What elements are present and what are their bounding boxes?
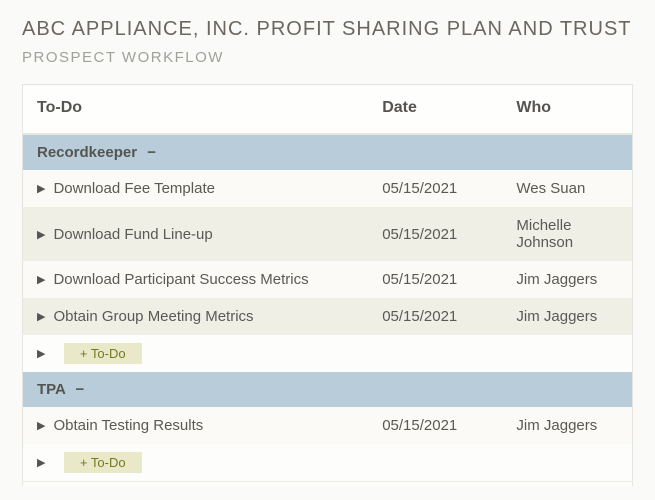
todo-date: 05/15/2021 xyxy=(370,298,504,335)
add-todo-button[interactable]: + To-Do xyxy=(64,452,142,473)
expand-icon: ▶ xyxy=(37,419,45,432)
col-header-date: Date xyxy=(370,85,504,135)
todo-who: Wes Suan xyxy=(504,170,632,207)
todo-who: Michelle Johnson xyxy=(504,207,632,261)
section-header-recordkeeper[interactable]: Recordkeeper − xyxy=(23,134,633,170)
subtitle: PROSPECT WORKFLOW xyxy=(22,49,633,66)
todo-who: Jim Jaggers xyxy=(504,407,632,444)
page-title: ABC APPLIANCE, INC. PROFIT SHARING PLAN … xyxy=(22,18,633,41)
todo-label: Obtain Group Meeting Metrics xyxy=(53,308,253,325)
section-header-tpa[interactable]: TPA − xyxy=(23,372,633,407)
todo-date: 05/15/2021 xyxy=(370,207,504,261)
todo-date: 05/15/2021 xyxy=(370,261,504,298)
expand-icon: ▶ xyxy=(37,347,45,360)
workflow-table: To-Do Date Who Recordkeeper − ▶ Download … xyxy=(22,84,633,486)
expand-icon: ▶ xyxy=(37,182,45,195)
todo-who: Jim Jaggers xyxy=(504,298,632,335)
table-row[interactable]: ▶ Obtain Testing Results 05/15/2021 Jim J… xyxy=(23,407,633,444)
todo-label: Download Fund Line-up xyxy=(53,226,212,243)
expand-icon: ▶ xyxy=(37,456,45,469)
todo-label: Download Participant Success Metrics xyxy=(53,271,308,288)
section-name: TPA xyxy=(37,381,65,398)
collapse-icon: − xyxy=(76,381,85,398)
todo-who: Jim Jaggers xyxy=(504,261,632,298)
todo-date: 05/15/2021 xyxy=(370,170,504,207)
add-todo-button[interactable]: + To-Do xyxy=(64,343,142,364)
table-row[interactable]: ▶ Download Fund Line-up 05/15/2021 Michel… xyxy=(23,207,633,261)
todo-label: Obtain Testing Results xyxy=(53,417,203,434)
todo-date: 05/15/2021 xyxy=(370,407,504,444)
expand-icon: ▶ xyxy=(37,273,45,286)
collapse-icon: − xyxy=(147,144,156,161)
expand-icon: ▶ xyxy=(37,310,45,323)
section-name: Recordkeeper xyxy=(37,144,137,161)
expand-icon: ▶ xyxy=(37,228,45,241)
todo-label: Download Fee Template xyxy=(53,180,214,197)
table-row[interactable]: ▶ Obtain Group Meeting Metrics 05/15/2021… xyxy=(23,298,633,335)
table-row[interactable]: ▶ Download Fee Template 05/15/2021 Wes Su… xyxy=(23,170,633,207)
col-header-who: Who xyxy=(504,85,632,135)
table-row[interactable]: ▶ Download Participant Success Metrics 05… xyxy=(23,261,633,298)
col-header-todo: To-Do xyxy=(23,85,371,135)
